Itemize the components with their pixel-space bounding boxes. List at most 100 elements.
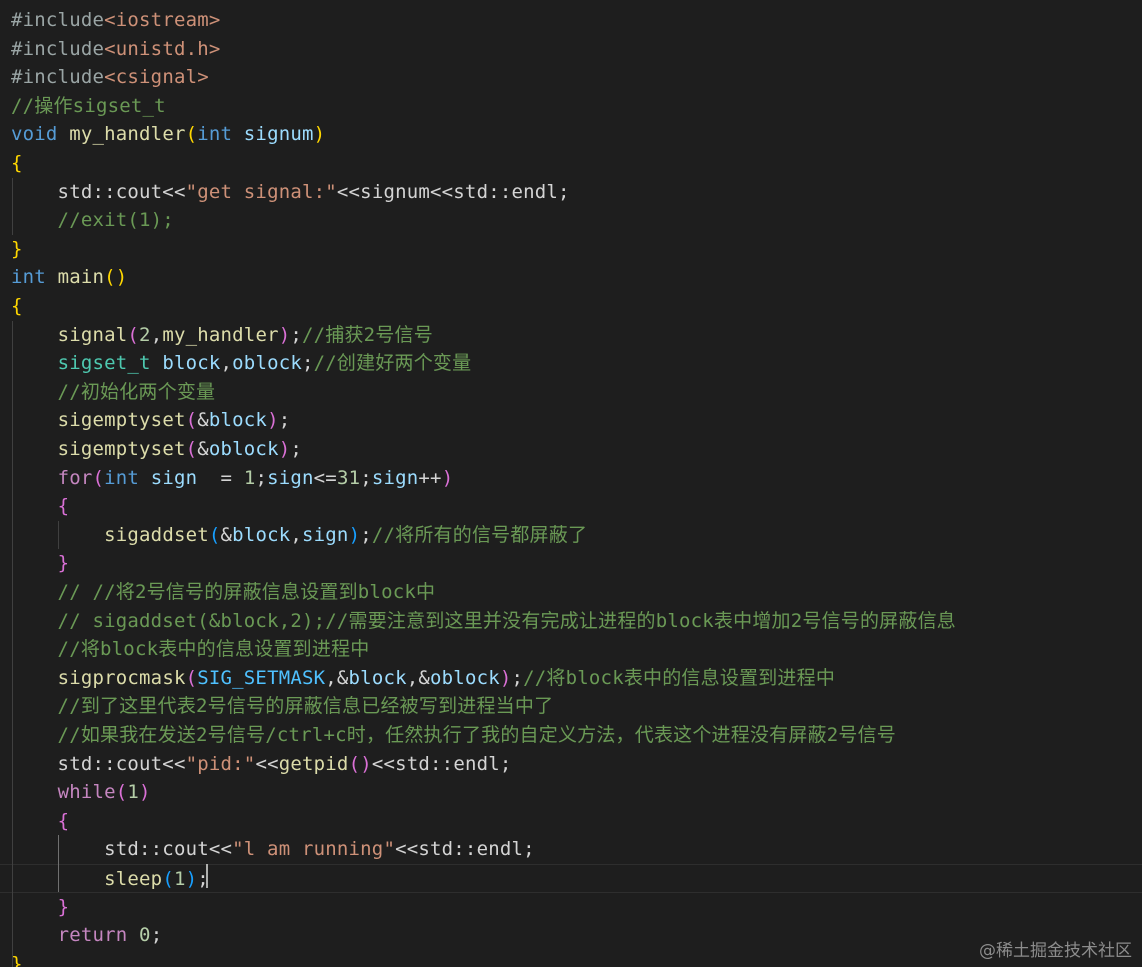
code-line[interactable]: //到了这里代表2号信号的屏蔽信息已经被写到进程当中了 xyxy=(0,692,1142,721)
code-line[interactable]: while(1) xyxy=(0,778,1142,807)
code-line[interactable]: #include<unistd.h> xyxy=(0,35,1142,64)
code-line-content: void my_handler(int signum) xyxy=(11,120,325,149)
code-line-content: { xyxy=(11,149,23,178)
code-line-content: //如果我在发送2号信号/ctrl+c时，任然执行了我的自定义方法，代表这个进程… xyxy=(11,721,896,750)
code-token: // //将2号信号的屏蔽信息设置到block中 xyxy=(11,581,436,603)
code-token: 1 xyxy=(127,781,140,804)
code-line[interactable]: } xyxy=(0,893,1142,922)
code-line[interactable]: for(int sign = 1;sign<=31;sign++) xyxy=(0,464,1142,493)
code-token: & xyxy=(336,666,349,689)
code-line[interactable]: //exit(1); xyxy=(0,206,1142,235)
code-line[interactable]: std::cout<<"pid:"<<getpid()<<std::endl; xyxy=(0,750,1142,779)
code-token: int xyxy=(104,466,140,489)
code-token: sleep xyxy=(104,868,163,890)
code-token: & xyxy=(220,523,233,546)
code-token: sigemptyset xyxy=(57,438,186,460)
code-line[interactable]: //如果我在发送2号信号/ctrl+c时，任然执行了我的自定义方法，代表这个进程… xyxy=(0,721,1142,750)
code-editor[interactable]: #include<iostream> #include<unistd.h> #inc… xyxy=(0,0,1142,967)
code-line[interactable]: #include<csignal> xyxy=(0,63,1142,92)
code-line[interactable]: // sigaddset(&block,2);//需要注意到这里并没有完成让进程… xyxy=(0,607,1142,636)
code-token: ) xyxy=(499,666,512,689)
code-token: << xyxy=(255,752,279,775)
code-token: block xyxy=(162,352,221,375)
code-token: <<std::endl; xyxy=(395,838,535,861)
code-line-content: return 0; xyxy=(11,921,163,950)
code-line[interactable]: signal(2,my_handler);//捕获2号信号 xyxy=(0,321,1142,350)
code-token: ; xyxy=(150,924,163,947)
code-line[interactable]: { xyxy=(0,292,1142,321)
code-line[interactable]: { xyxy=(0,149,1142,178)
code-line[interactable]: { xyxy=(0,492,1142,521)
code-line[interactable]: sleep(1); xyxy=(0,864,1142,893)
code-line[interactable]: sigaddset(&block,sign);//将所有的信号都屏蔽了 xyxy=(0,521,1142,550)
indent-guide-main xyxy=(12,321,13,967)
code-token: ; xyxy=(290,323,302,346)
code-line[interactable]: // //将2号信号的屏蔽信息设置到block中 xyxy=(0,578,1142,607)
code-token: { xyxy=(57,495,70,518)
code-line-content: std::cout<<"pid:"<<getpid()<<std::endl; xyxy=(11,750,512,779)
code-token: ; xyxy=(255,466,268,489)
code-token: ; xyxy=(290,438,302,460)
code-line[interactable]: //初始化两个变量 xyxy=(0,378,1142,407)
code-token: sign xyxy=(267,466,314,489)
code-line[interactable]: //将block表中的信息设置到进程中 xyxy=(0,635,1142,664)
code-token: ; xyxy=(511,666,524,689)
code-token: ( xyxy=(185,123,198,146)
code-token: ( xyxy=(115,781,128,804)
code-line[interactable]: sigprocmask(SIG_SETMASK,&block,&oblock);… xyxy=(0,664,1142,693)
code-token: std::cout<< xyxy=(11,752,186,775)
code-line[interactable]: sigemptyset(&block); xyxy=(0,406,1142,435)
code-token: <<signum<<std::endl; xyxy=(336,180,570,203)
code-token: , xyxy=(406,666,419,689)
code-token: block xyxy=(208,409,268,432)
code-line-content: std::cout<<"get signal:"<<signum<<std::e… xyxy=(11,178,570,207)
code-line-content: sigset_t block,oblock;//创建好两个变量 xyxy=(11,349,472,378)
code-line[interactable]: #include<iostream> xyxy=(0,6,1142,35)
code-line[interactable]: std::cout<<"l am running"<<std::endl; xyxy=(0,835,1142,864)
code-line[interactable]: } xyxy=(0,235,1142,264)
code-line[interactable]: return 0; xyxy=(0,921,1142,950)
code-token: #include xyxy=(11,37,105,60)
code-token: ) xyxy=(313,123,326,146)
code-line-content: std::cout<<"l am running"<<std::endl; xyxy=(11,835,535,864)
watermark: @稀土掘金技术社区 xyxy=(979,941,1132,961)
code-line-content: { xyxy=(11,807,69,836)
code-line-content: // //将2号信号的屏蔽信息设置到block中 xyxy=(11,578,435,607)
code-token: ) xyxy=(139,781,151,804)
code-token: //捕获2号信号 xyxy=(302,323,433,346)
code-line[interactable]: { xyxy=(0,807,1142,836)
indent-guide-my-handler xyxy=(12,178,13,235)
code-line[interactable]: sigset_t block,oblock;//创建好两个变量 xyxy=(0,349,1142,378)
code-line[interactable]: } xyxy=(0,549,1142,578)
code-line-content: { xyxy=(11,492,69,521)
code-line-content: #include<unistd.h> xyxy=(11,35,221,64)
code-token: 2 xyxy=(139,323,151,346)
code-line[interactable]: void my_handler(int signum) xyxy=(0,120,1142,149)
code-token: //exit(1); xyxy=(11,209,174,232)
code-token: <= xyxy=(313,466,337,489)
code-token: ( xyxy=(185,666,198,689)
code-token: { xyxy=(57,809,70,832)
code-line-content: //初始化两个变量 xyxy=(11,378,215,407)
code-line-content: } xyxy=(11,235,23,264)
code-line[interactable]: int main() xyxy=(0,263,1142,292)
code-line-content: sigemptyset(&block); xyxy=(11,406,291,435)
code-line[interactable]: } xyxy=(0,950,1142,967)
code-token: sign xyxy=(371,466,419,489)
code-line[interactable]: //操作sigset_t xyxy=(0,92,1142,121)
code-line[interactable]: sigemptyset(&oblock); xyxy=(0,435,1142,464)
code-token: = xyxy=(197,466,244,489)
code-token: //将block表中的信息设置到进程中 xyxy=(523,666,836,689)
code-token: () xyxy=(104,266,128,289)
code-line[interactable]: std::cout<<"get signal:"<<signum<<std::e… xyxy=(0,178,1142,207)
code-token: #include xyxy=(11,66,105,89)
code-token: sigaddset xyxy=(104,523,209,546)
